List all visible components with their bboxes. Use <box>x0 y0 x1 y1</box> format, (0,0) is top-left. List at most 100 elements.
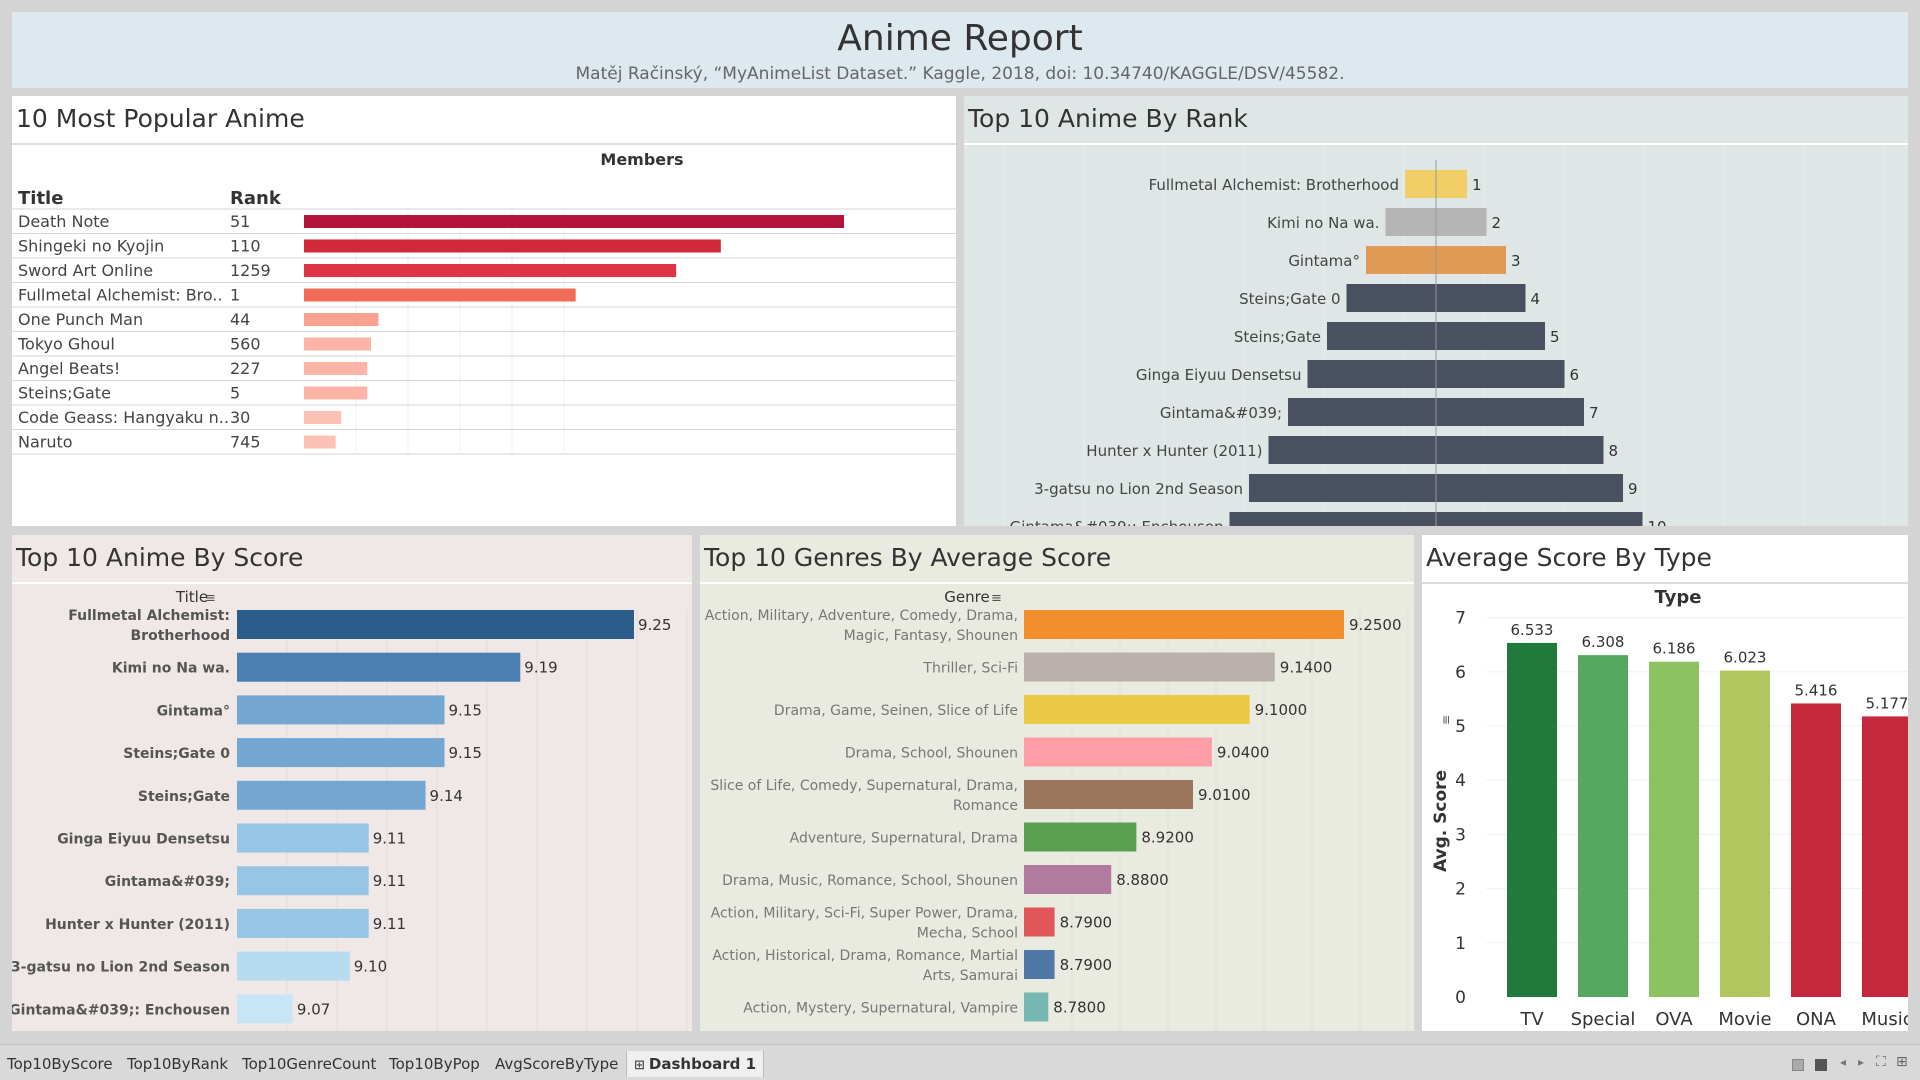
type-value-label: 5.416 <box>1795 681 1838 699</box>
type-bar <box>1507 642 1557 997</box>
members-bar <box>304 239 721 253</box>
score-bar-label: Steins;Gate 0 <box>123 746 230 762</box>
score-bar-label: Ginga Eiyuu Densetsu <box>57 832 230 848</box>
rank-value-label: 7 <box>1589 404 1599 422</box>
tab-top10bypop[interactable]: Top10ByPop <box>382 1051 487 1077</box>
type-bar <box>1862 716 1908 997</box>
score-bar-label: Gintama&#039; <box>105 874 230 890</box>
y-tick-label: 7 <box>1455 609 1466 629</box>
sheet-tab-bar: Top10ByScore Top10ByRank Top10GenreCount… <box>0 1044 1920 1080</box>
genre-bar-label: Action, Military, Adventure, Comedy, Dra… <box>705 608 1018 624</box>
score-value-label: 9.07 <box>297 1000 330 1018</box>
rank-value-label: 10 <box>1648 518 1667 526</box>
rank-cell: 110 <box>230 237 261 256</box>
type-value-label: 6.308 <box>1582 633 1625 651</box>
y-tick-label: 2 <box>1455 880 1466 900</box>
y-tick-label: 3 <box>1455 825 1466 845</box>
score-panel: Top 10 Anime By Score Title ≡ 9.25 Fullmeta… <box>12 535 692 1031</box>
score-bar <box>237 652 521 682</box>
genre-title: Top 10 Genres By Average Score <box>704 543 1112 572</box>
rank-chart: Fullmetal Alchemist: Brotherhood 1 Kimi no… <box>1003 146 1885 526</box>
tab-top10genrecount[interactable]: Top10GenreCount <box>235 1051 383 1077</box>
type-bar <box>1791 703 1841 997</box>
title-divider <box>700 582 1414 584</box>
rank-bar-label: Gintama° <box>1288 252 1360 270</box>
score-value-label: 9.11 <box>373 872 406 890</box>
rank-cell: 30 <box>230 408 250 427</box>
rank-value-label: 5 <box>1550 328 1560 346</box>
rank-bar-label: 3-gatsu no Lion 2nd Season <box>1034 480 1243 498</box>
type-value-label: 5.177 <box>1866 694 1908 712</box>
rank-bar-label: Gintama&#039;: Enchousen <box>1010 518 1224 526</box>
genre-bar <box>1024 865 1112 894</box>
genre-value-label: 9.1000 <box>1255 701 1308 719</box>
score-bar-label: Brotherhood <box>131 628 230 644</box>
type-category-label: Movie <box>1718 1009 1771 1030</box>
sort-icon: ≡ <box>991 591 1002 606</box>
genre-column-header: Genre <box>944 588 989 606</box>
members-bar <box>304 435 336 449</box>
title-column-header: Title <box>175 588 208 606</box>
sort-icon: ≡ <box>1439 715 1453 725</box>
score-value-label: 9.15 <box>449 744 482 762</box>
score-value-label: 9.11 <box>373 915 406 933</box>
rank-bar-label: Fullmetal Alchemist: Brotherhood <box>1149 176 1399 194</box>
genre-bar <box>1024 992 1049 1022</box>
grid-view-icon[interactable]: ⊞ <box>1896 1054 1908 1070</box>
report-header: Anime Report Matěj Račinský, “MyAnimeLis… <box>12 12 1908 88</box>
members-bar <box>304 362 368 375</box>
y-axis-label: Avg. Score <box>1431 770 1451 872</box>
type-title: Average Score By Type <box>1426 543 1712 572</box>
show-tabs-icon[interactable] <box>1815 1059 1827 1071</box>
type-value-label: 6.186 <box>1653 640 1696 658</box>
rank-bar-label: Ginga Eiyuu Densetsu <box>1136 366 1302 384</box>
type-value-label: 6.023 <box>1724 649 1767 667</box>
rank-value-label: 4 <box>1531 290 1541 308</box>
type-chart: Type 0 1 2 3 4 5 6 7 Avg. Score ≡ 6.533 TV 6.308 Speci… <box>1431 587 1908 1030</box>
tab-top10byrank[interactable]: Top10ByRank <box>120 1051 235 1077</box>
genre-value-label: 9.1400 <box>1280 659 1333 677</box>
tab-top10byscore[interactable]: Top10ByScore <box>0 1051 120 1077</box>
genre-bar-label: Adventure, Supernatural, Drama <box>790 831 1018 847</box>
score-bar <box>237 695 445 725</box>
rank-cell: 227 <box>230 359 261 378</box>
type-axis-header: Type <box>1655 587 1702 608</box>
rank-bar-label: Kimi no Na wa. <box>1267 214 1379 232</box>
members-bar <box>304 288 576 302</box>
genre-bar <box>1024 695 1250 724</box>
fit-screen-icon[interactable]: ⛶ <box>1876 1054 1886 1070</box>
tab-dashboard-1[interactable]: ⊞ Dashboard 1 <box>626 1051 765 1077</box>
rank-title: Top 10 Anime By Rank <box>968 104 1248 133</box>
anime-title-cell: Naruto <box>18 433 73 452</box>
genre-bar-label: Drama, Music, Romance, School, Shounen <box>722 873 1018 889</box>
prev-sheet-icon[interactable]: ◂ <box>1840 1055 1846 1069</box>
genre-bar-label: Drama, Game, Seinen, Slice of Life <box>774 703 1018 719</box>
score-value-label: 9.10 <box>354 958 387 976</box>
rank-value-label: 6 <box>1570 366 1580 384</box>
rank-cell: 560 <box>230 335 261 354</box>
genre-bar-label: Slice of Life, Comedy, Supernatural, Dra… <box>710 778 1018 794</box>
anime-title-cell: Code Geass: Hangyaku n.. <box>18 408 229 427</box>
tab-avgscorebytype[interactable]: AvgScoreByType <box>488 1051 625 1077</box>
score-bar <box>237 823 369 853</box>
type-category-label: Music <box>1861 1009 1908 1030</box>
rank-value-label: 2 <box>1492 214 1502 232</box>
score-title: Top 10 Anime By Score <box>16 543 304 572</box>
genre-bar <box>1024 907 1055 937</box>
popular-title: 10 Most Popular Anime <box>16 104 305 133</box>
y-tick-label: 5 <box>1455 717 1466 737</box>
score-bar <box>237 780 426 810</box>
genre-bar <box>1024 950 1055 979</box>
next-sheet-icon[interactable]: ▸ <box>1858 1055 1864 1069</box>
report-title: Anime Report <box>837 18 1083 59</box>
score-bar-label: Gintama° <box>157 703 230 719</box>
genre-bar-label: Drama, School, Shounen <box>845 746 1018 762</box>
y-tick-label: 6 <box>1455 663 1466 683</box>
genre-bar-label: Mecha, School <box>917 926 1018 942</box>
rank-bar-label: Hunter x Hunter (2011) <box>1086 442 1262 460</box>
show-filmstrip-icon[interactable] <box>1792 1059 1804 1071</box>
genre-value-label: 9.0100 <box>1198 786 1251 804</box>
rank-bar-label: Steins;Gate <box>1234 328 1321 346</box>
anime-title-cell: Tokyo Ghoul <box>17 335 115 354</box>
sort-icon: ≡ <box>205 591 216 606</box>
